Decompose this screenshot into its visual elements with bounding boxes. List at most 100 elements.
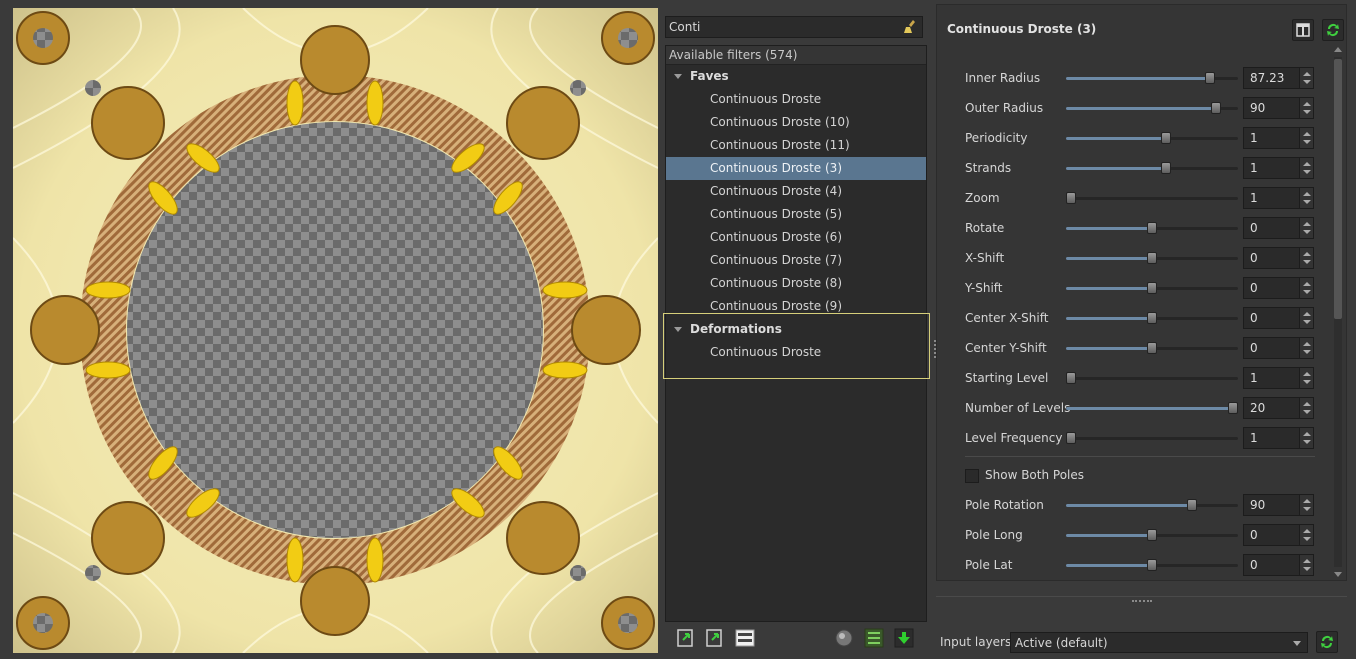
spin-up-icon[interactable]	[1303, 222, 1311, 226]
spin-up-icon[interactable]	[1303, 192, 1311, 196]
parameter-spinbox[interactable]: 1	[1243, 187, 1314, 209]
rename-fave-icon[interactable]	[734, 627, 756, 649]
spin-down-icon[interactable]	[1303, 110, 1311, 114]
slider-handle[interactable]	[1205, 72, 1216, 84]
slider-handle[interactable]	[1147, 282, 1157, 294]
parameter-slider[interactable]	[1066, 132, 1238, 144]
spin-down-icon[interactable]	[1303, 140, 1311, 144]
splitter-grip[interactable]	[1132, 600, 1152, 602]
spin-down-icon[interactable]	[1303, 200, 1311, 204]
filter-tree[interactable]: Available filters (574) Faves Continuous…	[663, 45, 930, 622]
spin-down-icon[interactable]	[1303, 440, 1311, 444]
parameter-spinbox[interactable]: 0	[1243, 337, 1314, 359]
parameter-slider[interactable]	[1066, 162, 1238, 174]
category-faves[interactable]: Faves	[666, 65, 926, 88]
spin-arrows[interactable]	[1299, 308, 1313, 328]
spin-up-icon[interactable]	[1303, 432, 1311, 436]
parameter-slider[interactable]	[1066, 252, 1238, 264]
spin-up-icon[interactable]	[1303, 499, 1311, 503]
spin-up-icon[interactable]	[1303, 282, 1311, 286]
slider-handle[interactable]	[1066, 372, 1077, 384]
parameter-slider[interactable]	[1066, 529, 1238, 541]
apply-down-arrow-icon[interactable]	[893, 627, 915, 649]
slider-handle[interactable]	[1147, 559, 1157, 571]
scroll-down-arrow-icon[interactable]	[1334, 572, 1342, 577]
parameter-slider[interactable]	[1066, 559, 1238, 571]
filter-item[interactable]: Continuous Droste (4)	[666, 180, 926, 203]
parameter-slider[interactable]	[1066, 282, 1238, 294]
scroll-thumb[interactable]	[1334, 59, 1342, 319]
parameter-slider[interactable]	[1066, 499, 1238, 511]
parameter-spinbox[interactable]: 1	[1243, 367, 1314, 389]
spin-arrows[interactable]	[1299, 555, 1313, 575]
parameter-spinbox[interactable]: 1	[1243, 157, 1314, 179]
filter-item[interactable]: Continuous Droste (5)	[666, 203, 926, 226]
spin-arrows[interactable]	[1299, 495, 1313, 515]
slider-handle[interactable]	[1147, 312, 1157, 324]
spin-down-icon[interactable]	[1303, 567, 1311, 571]
spin-up-icon[interactable]	[1303, 132, 1311, 136]
reset-parameters-button[interactable]	[1322, 19, 1344, 41]
filter-item[interactable]: Continuous Droste	[666, 88, 926, 111]
parameter-spinbox[interactable]: 20	[1243, 397, 1314, 419]
slider-handle[interactable]	[1066, 432, 1077, 444]
slider-handle[interactable]	[1210, 102, 1221, 114]
filter-item-selected[interactable]: Continuous Droste (3)	[666, 157, 926, 180]
parameter-spinbox[interactable]: 0	[1243, 277, 1314, 299]
clear-search-broom-icon[interactable]	[902, 19, 918, 35]
parameters-scrollbar[interactable]	[1332, 47, 1344, 577]
spin-arrows[interactable]	[1299, 128, 1313, 148]
slider-handle[interactable]	[1160, 132, 1171, 144]
spin-down-icon[interactable]	[1303, 290, 1311, 294]
spin-up-icon[interactable]	[1303, 162, 1311, 166]
spin-arrows[interactable]	[1299, 68, 1313, 88]
spin-down-icon[interactable]	[1303, 507, 1311, 511]
slider-handle[interactable]	[1186, 499, 1197, 511]
slider-handle[interactable]	[1147, 342, 1157, 354]
spin-up-icon[interactable]	[1303, 252, 1311, 256]
parameter-spinbox[interactable]: 0	[1243, 247, 1314, 269]
open-in-new-window-button[interactable]	[1292, 19, 1314, 41]
slider-handle[interactable]	[1160, 162, 1171, 174]
spin-arrows[interactable]	[1299, 98, 1313, 118]
spin-down-icon[interactable]	[1303, 80, 1311, 84]
spin-down-icon[interactable]	[1303, 320, 1311, 324]
filter-search-input[interactable]	[666, 17, 898, 37]
slider-handle[interactable]	[1147, 222, 1157, 234]
filter-item[interactable]: Continuous Droste (6)	[666, 226, 926, 249]
spin-arrows[interactable]	[1299, 428, 1313, 448]
spin-up-icon[interactable]	[1303, 342, 1311, 346]
refresh-input-button[interactable]	[1316, 631, 1338, 653]
parameter-slider[interactable]	[1066, 432, 1238, 444]
spin-down-icon[interactable]	[1303, 537, 1311, 541]
visibility-toggle-icon[interactable]	[833, 627, 855, 649]
filter-item[interactable]: Continuous Droste (8)	[666, 272, 926, 295]
filter-item[interactable]: Continuous Droste (7)	[666, 249, 926, 272]
parameter-spinbox[interactable]: 90	[1243, 97, 1314, 119]
checkbox-label[interactable]: Show Both Poles	[985, 468, 1084, 482]
input-layers-select[interactable]: Active (default)	[1010, 632, 1308, 653]
scroll-up-arrow-icon[interactable]	[1334, 47, 1342, 52]
spin-arrows[interactable]	[1299, 218, 1313, 238]
parameter-spinbox[interactable]: 90	[1243, 494, 1314, 516]
parameter-spinbox[interactable]: 87.23	[1243, 67, 1314, 89]
spin-arrows[interactable]	[1299, 278, 1313, 298]
spin-up-icon[interactable]	[1303, 102, 1311, 106]
add-fave-icon[interactable]	[675, 627, 697, 649]
parameter-spinbox[interactable]: 0	[1243, 217, 1314, 239]
parameter-spinbox[interactable]: 0	[1243, 307, 1314, 329]
spin-up-icon[interactable]	[1303, 72, 1311, 76]
spin-arrows[interactable]	[1299, 188, 1313, 208]
spin-down-icon[interactable]	[1303, 350, 1311, 354]
spin-down-icon[interactable]	[1303, 410, 1311, 414]
parameter-slider[interactable]	[1066, 72, 1238, 84]
spin-arrows[interactable]	[1299, 338, 1313, 358]
slider-handle[interactable]	[1147, 252, 1157, 264]
spin-down-icon[interactable]	[1303, 260, 1311, 264]
spin-up-icon[interactable]	[1303, 402, 1311, 406]
filter-item[interactable]: Continuous Droste (11)	[666, 134, 926, 157]
parameter-slider[interactable]	[1066, 402, 1238, 414]
show-both-poles-row[interactable]: Show Both Poles	[937, 460, 1332, 490]
slider-handle[interactable]	[1147, 529, 1157, 541]
spin-up-icon[interactable]	[1303, 559, 1311, 563]
